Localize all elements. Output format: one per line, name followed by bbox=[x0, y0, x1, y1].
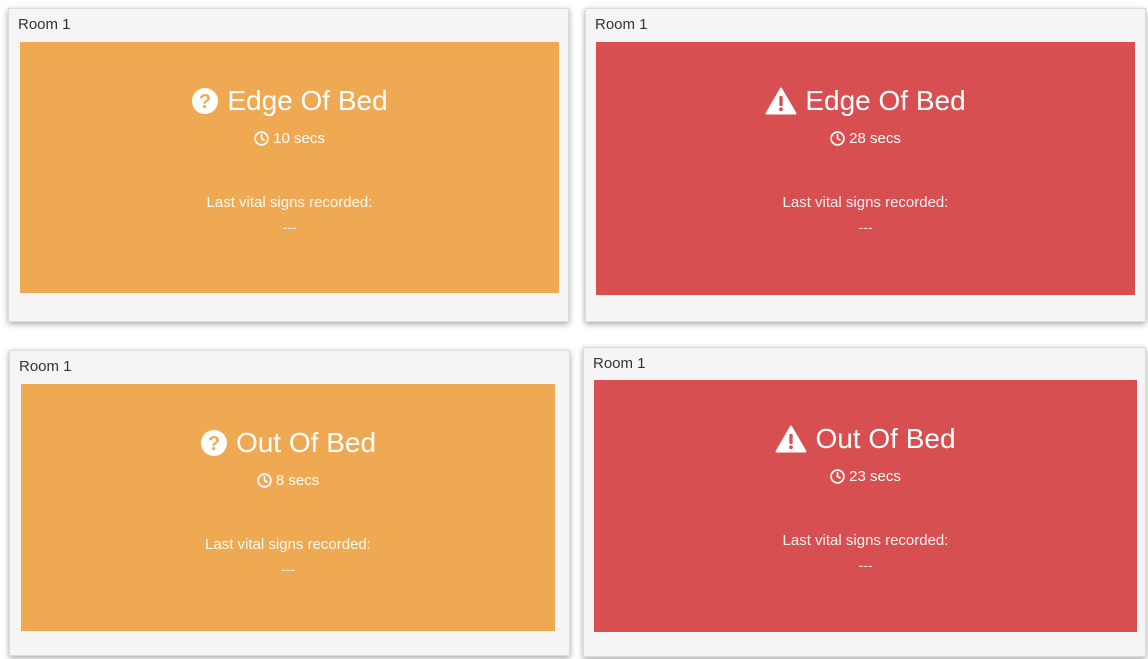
vitals-label: Last vital signs recorded: bbox=[205, 536, 371, 553]
vitals-label: Last vital signs recorded: bbox=[782, 194, 949, 211]
status-title: Edge Of Bed bbox=[227, 85, 388, 116]
clock-icon bbox=[830, 469, 845, 484]
room-title: Room 1 bbox=[595, 16, 648, 33]
svg-text:?: ? bbox=[199, 91, 211, 113]
vitals-label: Last vital signs recorded: bbox=[206, 194, 373, 211]
room-title: Room 1 bbox=[19, 358, 72, 375]
question-circle-icon: ? bbox=[200, 430, 227, 456]
elapsed-time: 10 secs bbox=[273, 130, 325, 147]
status-banner[interactable]: ? Edge Of Bed 10 secs Last vital signs r… bbox=[20, 42, 559, 293]
svg-text:?: ? bbox=[208, 433, 220, 455]
elapsed-time: 8 secs bbox=[275, 472, 320, 489]
vitals-value: --- bbox=[281, 561, 295, 577]
question-circle-icon: ? bbox=[192, 88, 219, 114]
elapsed-time: 23 secs bbox=[849, 468, 901, 485]
room-card[interactable]: Room 1 Out Of Bed 23 secs Last vital sig… bbox=[583, 347, 1146, 657]
status-title: Out Of Bed bbox=[815, 423, 956, 454]
room-card[interactable]: Room 1 Edge Of Bed 28 secs Last vital si… bbox=[585, 8, 1146, 322]
clock-icon bbox=[830, 131, 845, 146]
vitals-value: --- bbox=[858, 219, 873, 235]
status-title: Out Of Bed bbox=[235, 427, 377, 458]
status-banner[interactable]: Out Of Bed 23 secs Last vital signs reco… bbox=[594, 380, 1137, 632]
room-card[interactable]: Room 1 ? Edge Of Bed 10 secs Last vital … bbox=[8, 8, 569, 322]
vitals-label: Last vital signs recorded: bbox=[782, 532, 949, 549]
status-title: Edge Of Bed bbox=[805, 85, 966, 116]
vitals-value: --- bbox=[282, 219, 297, 235]
room-title: Room 1 bbox=[593, 355, 646, 372]
clock-icon bbox=[257, 473, 272, 488]
clock-icon bbox=[254, 131, 269, 146]
warning-triangle-icon bbox=[775, 425, 807, 453]
status-banner[interactable]: Edge Of Bed 28 secs Last vital signs rec… bbox=[596, 42, 1135, 295]
elapsed-time: 28 secs bbox=[849, 130, 901, 147]
room-card[interactable]: Room 1 ? Out Of Bed 8 secs Last vital si… bbox=[9, 350, 570, 656]
vitals-value: --- bbox=[858, 557, 873, 573]
status-banner[interactable]: ? Out Of Bed 8 secs Last vital signs rec… bbox=[21, 384, 555, 631]
room-title: Room 1 bbox=[18, 16, 71, 33]
warning-triangle-icon bbox=[765, 87, 797, 115]
